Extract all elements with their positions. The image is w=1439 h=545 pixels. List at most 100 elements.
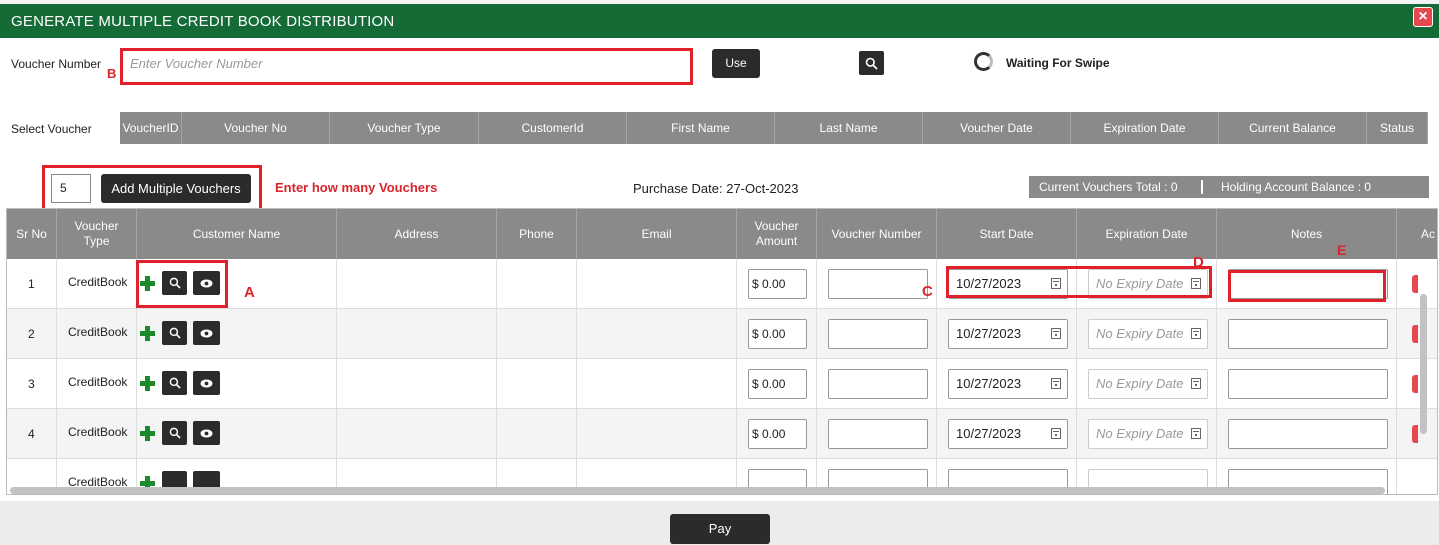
col-notes: Notes [1217,209,1397,259]
col-expiration-date: Expiration Date [1071,112,1219,144]
remove-row-button[interactable] [1412,375,1418,393]
voucher-type: CreditBook [68,375,128,389]
annotation-a: A [244,284,255,301]
voucher-amount-input[interactable]: $ 0.00 [748,319,807,349]
expiration-date-picker[interactable]: No Expiry Date [1088,369,1208,399]
vertical-scrollbar[interactable] [1420,294,1427,434]
expiry-placeholder: No Expiry Date [1096,376,1184,391]
voucher-amount-input[interactable]: $ 0.00 [748,419,807,449]
remove-row-button[interactable] [1412,275,1418,293]
annotation-box-e [1228,270,1386,302]
calendar-icon[interactable] [1051,328,1061,339]
start-date-picker[interactable]: 10/27/2023 [948,419,1068,449]
table-row: 2 CreditBook $ 0.00 10/27/2023 No Expiry… [7,309,1437,359]
voucher-number-field[interactable] [828,319,928,349]
notes-input[interactable] [1228,319,1388,349]
select-voucher-header: VoucherID Voucher No Voucher Type Custom… [120,112,1428,144]
bulk-add-hint: Enter how many Vouchers [275,180,438,195]
add-multiple-vouchers-button[interactable]: Add Multiple Vouchers [101,174,251,203]
start-date-value: 10/27/2023 [956,376,1022,391]
close-icon: × [1418,8,1428,25]
calendar-icon[interactable] [1191,378,1201,389]
col-email: Email [577,209,737,259]
eye-icon [200,429,213,437]
sr-no: 2 [28,327,35,341]
col-voucherid: VoucherID [120,112,182,144]
credit-book-dialog: GENERATE MULTIPLE CREDIT BOOK DISTRIBUTI… [0,4,1439,545]
add-customer-icon[interactable] [140,326,155,341]
pay-button[interactable]: Pay [670,514,770,544]
col-voucher-number: Voucher Number [817,209,937,259]
totals-separator [1201,180,1203,194]
annotation-d: D [1193,254,1204,271]
use-button[interactable]: Use [712,49,760,78]
search-customer-button[interactable] [162,421,187,445]
add-customer-icon[interactable] [140,376,155,391]
select-voucher-label: Select Voucher [11,122,92,136]
calendar-icon[interactable] [1051,428,1061,439]
start-date-picker[interactable]: 10/27/2023 [948,319,1068,349]
notes-input[interactable] [1228,369,1388,399]
search-icon [865,57,878,70]
sr-no: 1 [28,277,35,291]
voucher-amount-input[interactable]: $ 0.00 [748,369,807,399]
sr-no: 3 [28,377,35,391]
voucher-search-button[interactable] [859,51,884,75]
annotation-c: C [922,283,933,300]
expiry-placeholder: No Expiry Date [1096,326,1184,341]
col-voucher-type: Voucher Type [57,209,137,259]
voucher-type: CreditBook [68,325,128,339]
voucher-count-input[interactable]: 5 [51,174,91,203]
search-customer-button[interactable] [162,321,187,345]
view-customer-button[interactable] [193,321,220,345]
table-row: 4 CreditBook $ 0.00 10/27/2023 No Expiry… [7,409,1437,459]
col-customer-name: Customer Name [137,209,337,259]
calendar-icon[interactable] [1191,428,1201,439]
calendar-icon[interactable] [1191,328,1201,339]
voucher-amount-input[interactable]: $ 0.00 [748,269,807,299]
notes-input[interactable] [1228,419,1388,449]
swipe-status: Waiting For Swipe [1006,56,1110,70]
holding-account-balance: Holding Account Balance : 0 [1221,180,1372,194]
current-vouchers-total: Current Vouchers Total : 0 [1039,180,1178,194]
expiry-placeholder: No Expiry Date [1096,426,1184,441]
voucher-number-input[interactable]: Enter Voucher Number [124,51,689,81]
add-customer-icon[interactable] [140,426,155,441]
col-current-balance: Current Balance [1219,112,1367,144]
col-address: Address [337,209,497,259]
col-sr-no: Sr No [7,209,57,259]
search-customer-button[interactable] [162,371,187,395]
eye-icon [200,329,213,337]
col-actions: Ac [1421,226,1436,241]
voucher-number-field[interactable] [828,369,928,399]
view-customer-button[interactable] [193,421,220,445]
close-button[interactable]: × [1413,7,1433,27]
col-last-name: Last Name [775,112,923,144]
remove-row-button[interactable] [1412,325,1418,343]
annotation-box-a [136,260,228,308]
dialog-title: GENERATE MULTIPLE CREDIT BOOK DISTRIBUTI… [11,13,395,30]
expiration-date-picker[interactable]: No Expiry Date [1088,419,1208,449]
start-date-picker[interactable]: 10/27/2023 [948,369,1068,399]
col-expiration-date: Expiration Date [1077,209,1217,259]
voucher-number-field[interactable] [828,419,928,449]
totals-bar: Current Vouchers Total : 0 Holding Accou… [1029,176,1429,198]
start-date-value: 10/27/2023 [956,326,1022,341]
title-bar: GENERATE MULTIPLE CREDIT BOOK DISTRIBUTI… [0,4,1439,38]
col-status: Status [1367,112,1428,144]
annotation-e: E [1337,242,1347,258]
horizontal-scrollbar[interactable] [10,487,1385,494]
annotation-box-cd [946,266,1212,298]
expiration-date-picker[interactable]: No Expiry Date [1088,319,1208,349]
view-customer-button[interactable] [193,371,220,395]
col-phone: Phone [497,209,577,259]
remove-row-button[interactable] [1412,425,1418,443]
voucher-type: CreditBook [68,425,128,439]
distribution-grid: Sr No Voucher Type Customer Name Address… [6,208,1438,495]
annotation-b: B [107,66,117,81]
calendar-icon[interactable] [1051,378,1061,389]
col-first-name: First Name [627,112,775,144]
col-voucher-type: Voucher Type [330,112,479,144]
voucher-number-field[interactable] [828,269,928,299]
col-customerid: CustomerId [479,112,627,144]
